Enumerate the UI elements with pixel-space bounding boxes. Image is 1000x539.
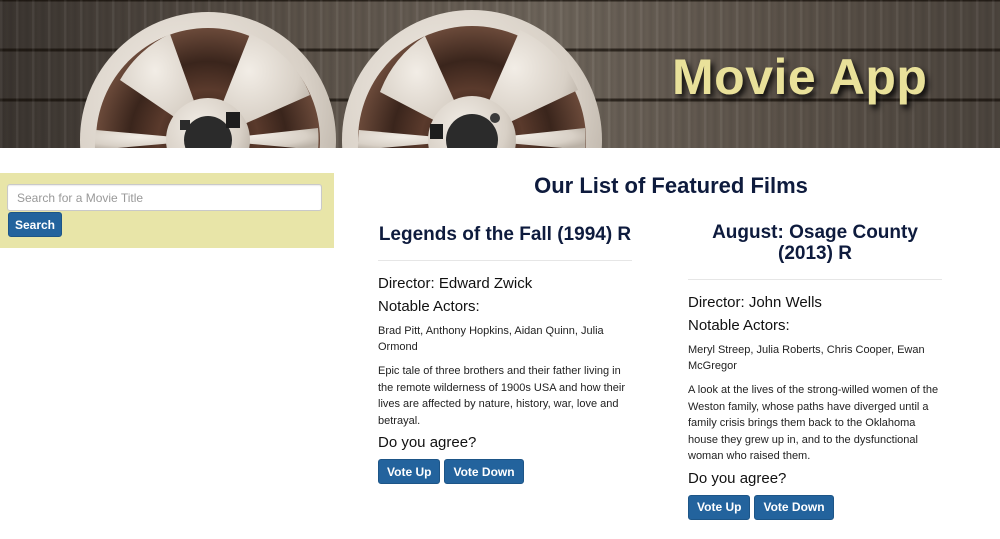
app-title: Movie App bbox=[672, 49, 928, 105]
agree-prompt: Do you agree? bbox=[688, 469, 787, 487]
film-title: August: Osage County (2013) R bbox=[688, 222, 942, 280]
search-input[interactable] bbox=[7, 184, 322, 211]
header-banner: Movie App bbox=[0, 0, 1000, 148]
film-title: Legends of the Fall (1994) R bbox=[378, 222, 632, 261]
vote-down-button[interactable]: Vote Down bbox=[444, 459, 524, 484]
film-actors: Brad Pitt, Anthony Hopkins, Aidan Quinn,… bbox=[378, 325, 604, 353]
vote-up-button[interactable]: Vote Up bbox=[688, 494, 751, 520]
film-card: Legends of the Fall (1994) R Director: E… bbox=[378, 222, 632, 484]
film-card: August: Osage County (2013) R Director: … bbox=[688, 222, 942, 520]
film-director: Director: John Wells bbox=[688, 294, 822, 311]
film-description: Epic tale of three brothers and their fa… bbox=[378, 365, 626, 427]
search-button[interactable]: Search bbox=[8, 212, 62, 237]
vote-down-button[interactable]: Vote Down bbox=[754, 494, 834, 520]
film-actors: Meryl Streep, Julia Roberts, Chris Coope… bbox=[688, 344, 925, 372]
vote-up-button[interactable]: Vote Up bbox=[378, 459, 441, 484]
film-reel-icon bbox=[80, 12, 336, 148]
search-panel: Search bbox=[0, 173, 334, 248]
agree-prompt: Do you agree? bbox=[378, 434, 477, 451]
vote-buttons: Vote Up Vote Down bbox=[378, 459, 632, 484]
film-director: Director: Edward Zwick bbox=[378, 275, 533, 292]
notable-actors-heading: Notable Actors: bbox=[688, 317, 790, 334]
page-title: Our List of Featured Films bbox=[534, 173, 808, 198]
vote-buttons: Vote Up Vote Down bbox=[688, 494, 942, 520]
notable-actors-heading: Notable Actors: bbox=[378, 298, 480, 315]
film-description: A look at the lives of the strong-willed… bbox=[688, 384, 939, 462]
film-reel-icon bbox=[342, 10, 602, 148]
